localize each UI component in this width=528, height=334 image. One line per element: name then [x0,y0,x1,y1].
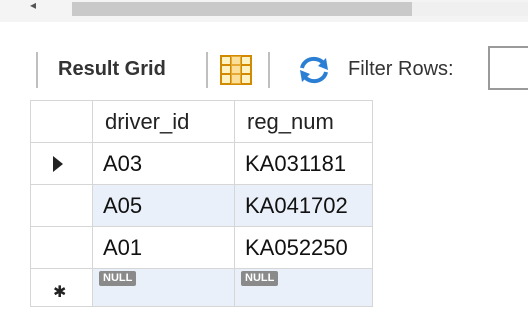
cell-driver-id-null[interactable]: NULL [92,268,235,307]
cell-driver-id[interactable]: A01 [92,226,235,269]
row-marker[interactable]: ✱ [30,268,93,307]
result-grid: driver_id reg_num A03 KA031181 A05 KA041… [30,100,528,312]
table-row[interactable]: A05 KA041702 [30,184,373,227]
toolbar-separator [206,52,208,88]
null-badge: NULL [241,271,279,286]
cell-reg-num-null[interactable]: NULL [234,268,373,307]
result-toolbar: Result Grid Filter Rows: [0,40,528,100]
row-marker[interactable] [30,142,93,185]
toolbar-separator [36,52,38,88]
cell-reg-num[interactable]: KA041702 [234,184,373,227]
column-header-reg-num[interactable]: reg_num [234,100,373,143]
result-table: driver_id reg_num A03 KA031181 A05 KA041… [30,100,373,307]
column-header-driver-id[interactable]: driver_id [92,100,235,143]
cell-reg-num[interactable]: KA052250 [234,226,373,269]
scroll-left-arrow-icon[interactable]: ◂ [30,0,40,11]
table-header-row: driver_id reg_num [30,100,373,143]
scrollbar-thumb[interactable] [72,2,412,16]
cell-driver-id[interactable]: A05 [92,184,235,227]
scrollbar-track[interactable] [412,2,528,16]
table-row[interactable]: A01 KA052250 [30,226,373,269]
filter-rows-input[interactable] [488,46,528,90]
table-row[interactable]: A03 KA031181 [30,142,373,185]
current-row-arrow-icon [53,155,63,172]
filter-rows-label: Filter Rows: [348,58,454,80]
new-row-star-icon: ✱ [53,283,67,301]
null-badge: NULL [99,271,137,286]
row-marker[interactable] [30,226,93,269]
row-marker-header [30,100,93,143]
grid-layout-icon[interactable] [220,55,252,85]
horizontal-scrollbar[interactable]: ◂ [0,0,528,22]
cell-reg-num[interactable]: KA031181 [234,142,373,185]
row-marker[interactable] [30,184,93,227]
result-grid-button[interactable]: Result Grid [58,56,166,82]
cell-driver-id[interactable]: A03 [92,142,235,185]
refresh-icon[interactable] [296,54,332,86]
new-row[interactable]: ✱ NULL NULL [30,268,373,307]
toolbar-separator [268,52,270,88]
